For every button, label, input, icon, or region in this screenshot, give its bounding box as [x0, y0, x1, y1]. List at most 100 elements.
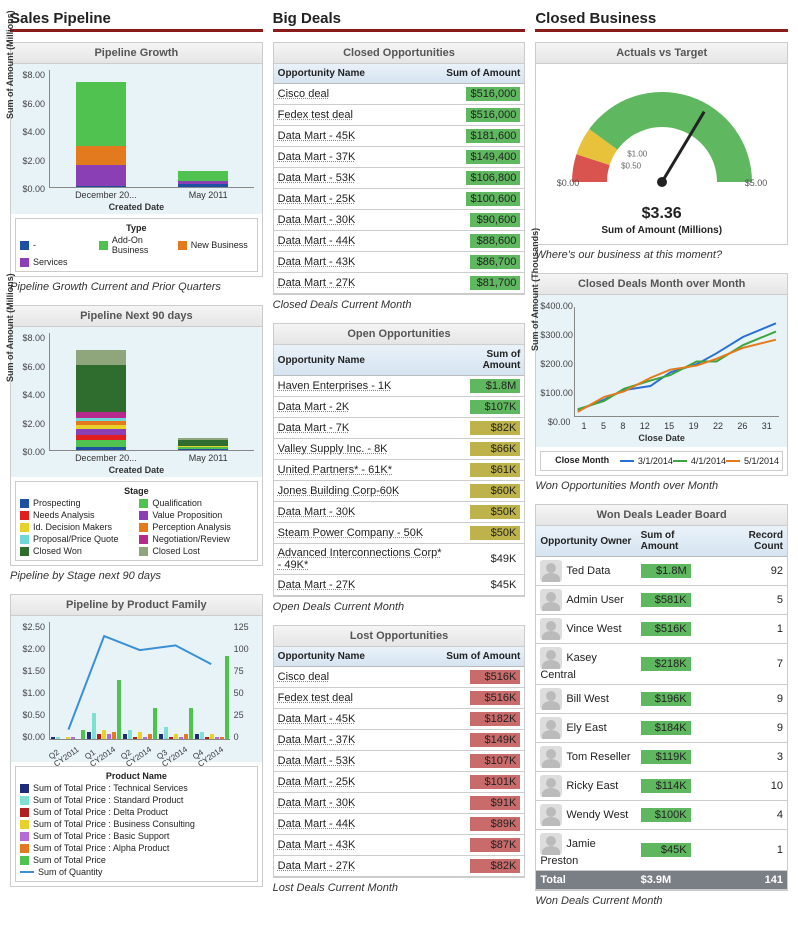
legend-item[interactable]: Sum of Total Price : Business Consulting: [20, 819, 253, 829]
opportunity-name[interactable]: Haven Enterprises - 1K: [274, 376, 449, 397]
opportunity-name[interactable]: Data Mart - 27K: [274, 856, 409, 877]
table-row[interactable]: Valley Supply Inc. - 8K$66K: [274, 439, 525, 460]
legend-item[interactable]: 3/1/2014: [620, 456, 673, 466]
table-row[interactable]: Data Mart - 2K$107K: [274, 397, 525, 418]
opportunity-name[interactable]: Data Mart - 53K: [274, 751, 409, 772]
opportunity-name[interactable]: Data Mart - 27K: [274, 575, 449, 596]
legend-item[interactable]: Value Proposition: [139, 510, 252, 520]
opportunity-name[interactable]: Valley Supply Inc. - 8K: [274, 439, 449, 460]
table-row[interactable]: Kasey Central$218K7: [536, 644, 787, 685]
table-row[interactable]: Fedex test deal$516K: [274, 688, 525, 709]
legend-item[interactable]: Sum of Total Price : Standard Product: [20, 795, 253, 805]
owner-cell[interactable]: Wendy West: [536, 801, 636, 830]
col-owner[interactable]: Opportunity Owner: [536, 526, 636, 557]
legend-item[interactable]: Perception Analysis: [139, 522, 252, 532]
opportunity-name[interactable]: Data Mart - 43K: [274, 252, 409, 273]
table-row[interactable]: United Partners* - 61K*$61K: [274, 460, 525, 481]
opportunity-name[interactable]: Advanced Interconnections Corp* - 49K*: [274, 544, 449, 575]
table-row[interactable]: Cisco deal$516K: [274, 667, 525, 688]
col-amount[interactable]: Sum of Amount: [449, 345, 525, 376]
table-row[interactable]: Data Mart - 37K$149,400: [274, 147, 525, 168]
opportunity-name[interactable]: Data Mart - 37K: [274, 147, 409, 168]
opportunity-name[interactable]: Data Mart - 45K: [274, 709, 409, 730]
table-row[interactable]: Admin User$581K5: [536, 586, 787, 615]
opportunity-name[interactable]: Data Mart - 25K: [274, 189, 409, 210]
legend-item[interactable]: Add-On Business: [99, 235, 174, 255]
opportunity-name[interactable]: Data Mart - 44K: [274, 231, 409, 252]
col-amount[interactable]: Sum of Amount: [408, 647, 524, 667]
table-row[interactable]: Haven Enterprises - 1K$1.8M: [274, 376, 525, 397]
legend-item[interactable]: -: [20, 235, 95, 255]
legend-item[interactable]: Id. Decision Makers: [20, 522, 133, 532]
opportunity-name[interactable]: Data Mart - 45K: [274, 126, 409, 147]
table-row[interactable]: Data Mart - 7K$82K: [274, 418, 525, 439]
col-amount[interactable]: Sum of Amount: [637, 526, 717, 557]
col-name[interactable]: Opportunity Name: [274, 64, 409, 84]
widget-leaderboard[interactable]: Won Deals Leader Board Opportunity Owner…: [535, 504, 788, 891]
opportunity-name[interactable]: Steam Power Company - 50K: [274, 523, 449, 544]
table-row[interactable]: Tom Reseller$119K3: [536, 743, 787, 772]
table-row[interactable]: Ricky East$114K10: [536, 772, 787, 801]
legend-item[interactable]: Negotiation/Review: [139, 534, 252, 544]
owner-cell[interactable]: Bill West: [536, 685, 636, 714]
widget-open-opportunities[interactable]: Open Opportunities Opportunity Name Sum …: [273, 323, 526, 597]
widget-closed-opportunities[interactable]: Closed Opportunities Opportunity Name Su…: [273, 42, 526, 295]
table-row[interactable]: Cisco deal$516,000: [274, 84, 525, 105]
table-row[interactable]: Wendy West$100K4: [536, 801, 787, 830]
table-row[interactable]: Data Mart - 44K$88,600: [274, 231, 525, 252]
legend-item[interactable]: Closed Lost: [139, 546, 252, 556]
opportunity-name[interactable]: Data Mart - 44K: [274, 814, 409, 835]
table-row[interactable]: Data Mart - 37K$149K: [274, 730, 525, 751]
legend-item[interactable]: Proposal/Price Quote: [20, 534, 133, 544]
table-row[interactable]: Bill West$196K9: [536, 685, 787, 714]
legend-item[interactable]: Services: [20, 257, 95, 267]
col-name[interactable]: Opportunity Name: [274, 345, 449, 376]
widget-pipeline-growth[interactable]: Pipeline Growth Sum of Amount (Millions)…: [10, 42, 263, 277]
table-row[interactable]: Data Mart - 43K$86,700: [274, 252, 525, 273]
table-row[interactable]: Data Mart - 43K$87K: [274, 835, 525, 856]
table-row[interactable]: Data Mart - 25K$100,600: [274, 189, 525, 210]
owner-cell[interactable]: Ely East: [536, 714, 636, 743]
table-row[interactable]: Data Mart - 30K$50K: [274, 502, 525, 523]
table-row[interactable]: Data Mart - 30K$90,600: [274, 210, 525, 231]
table-row[interactable]: Data Mart - 44K$89K: [274, 814, 525, 835]
table-row[interactable]: Data Mart - 45K$181,600: [274, 126, 525, 147]
opportunity-name[interactable]: Data Mart - 25K: [274, 772, 409, 793]
legend-item[interactable]: Sum of Total Price : Delta Product: [20, 807, 253, 817]
table-row[interactable]: Ely East$184K9: [536, 714, 787, 743]
owner-cell[interactable]: Tom Reseller: [536, 743, 636, 772]
opportunity-name[interactable]: Data Mart - 30K: [274, 502, 449, 523]
table-row[interactable]: Steam Power Company - 50K$50K: [274, 523, 525, 544]
owner-cell[interactable]: Ted Data: [536, 557, 636, 586]
legend-item[interactable]: Sum of Quantity: [20, 867, 253, 877]
opportunity-name[interactable]: Data Mart - 53K: [274, 168, 409, 189]
table-row[interactable]: Data Mart - 25K$101K: [274, 772, 525, 793]
legend-item[interactable]: 4/1/2014: [673, 456, 726, 466]
owner-cell[interactable]: Vince West: [536, 615, 636, 644]
table-row[interactable]: Data Mart - 45K$182K: [274, 709, 525, 730]
table-row[interactable]: Vince West$516K1: [536, 615, 787, 644]
owner-cell[interactable]: Admin User: [536, 586, 636, 615]
table-row[interactable]: Data Mart - 27K$45K: [274, 575, 525, 596]
table-row[interactable]: Data Mart - 27K$82K: [274, 856, 525, 877]
legend-item[interactable]: Prospecting: [20, 498, 133, 508]
table-row[interactable]: Advanced Interconnections Corp* - 49K*$4…: [274, 544, 525, 575]
opportunity-name[interactable]: United Partners* - 61K*: [274, 460, 449, 481]
opportunity-name[interactable]: Data Mart - 43K: [274, 835, 409, 856]
table-row[interactable]: Jones Building Corp-60K$60K: [274, 481, 525, 502]
col-name[interactable]: Opportunity Name: [274, 647, 409, 667]
table-row[interactable]: Data Mart - 53K$107K: [274, 751, 525, 772]
col-count[interactable]: Record Count: [716, 526, 787, 557]
widget-closed-deals-mom[interactable]: Closed Deals Month over Month Sum of Amo…: [535, 273, 788, 476]
owner-cell[interactable]: Kasey Central: [536, 644, 636, 685]
legend-item[interactable]: New Business: [178, 235, 253, 255]
opportunity-name[interactable]: Data Mart - 7K: [274, 418, 449, 439]
widget-product-family[interactable]: Pipeline by Product Family $2.50$2.00$1.…: [10, 594, 263, 887]
opportunity-name[interactable]: Cisco deal: [274, 84, 409, 105]
legend-item[interactable]: Closed Won: [20, 546, 133, 556]
legend-item[interactable]: 5/1/2014: [726, 456, 779, 466]
table-row[interactable]: Data Mart - 53K$106,800: [274, 168, 525, 189]
legend-item[interactable]: Sum of Total Price : Alpha Product: [20, 843, 253, 853]
owner-cell[interactable]: Ricky East: [536, 772, 636, 801]
legend-item[interactable]: Sum of Total Price : Technical Services: [20, 783, 253, 793]
